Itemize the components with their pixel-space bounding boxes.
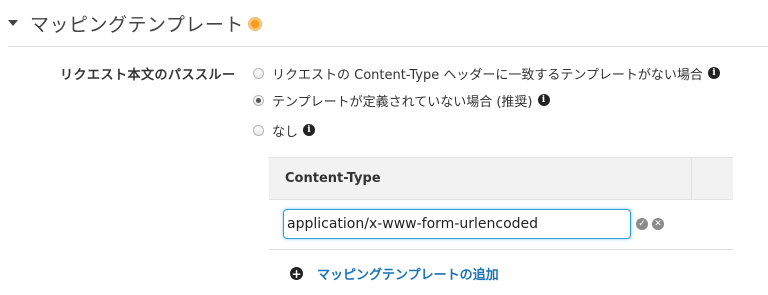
info-icon[interactable]: i [303, 124, 316, 136]
plus-circle-icon[interactable]: + [290, 267, 303, 280]
status-dot-icon [247, 17, 262, 31]
content-type-column-header: Content-Type [285, 171, 381, 186]
section-title: マッピングテンプレート [30, 13, 244, 36]
radio-option-label: なし [272, 124, 299, 140]
content-type-table-header: Content-Type [269, 157, 733, 200]
add-mapping-template-link[interactable]: + マッピングテンプレートの追加 [290, 264, 499, 283]
add-mapping-template-label[interactable]: マッピングテンプレートの追加 [317, 264, 499, 283]
section-divider [8, 46, 768, 47]
info-icon[interactable]: i [707, 67, 720, 79]
column-separator [691, 158, 692, 199]
confirm-check-icon[interactable]: ✓ [636, 218, 648, 230]
radio-button[interactable] [253, 124, 264, 136]
radio-option-label: テンプレートが定義されていない場合 (推奨) [272, 94, 533, 110]
table-row-divider [269, 249, 733, 250]
passthrough-label: リクエスト本文のパススルー [60, 68, 236, 83]
radio-option-none[interactable]: なし i [253, 120, 316, 140]
cancel-x-icon[interactable]: ✕ [652, 218, 664, 230]
section-header-toggle[interactable]: マッピングテンプレート [8, 9, 262, 37]
mapping-template-panel: マッピングテンプレート リクエスト本文のパススルー リクエストの Content… [0, 0, 768, 295]
caret-down-icon[interactable] [8, 20, 18, 26]
radio-option-no-match[interactable]: リクエストの Content-Type ヘッダーに一致するテンプレートがない場合… [253, 63, 720, 83]
content-type-input[interactable] [283, 209, 631, 239]
radio-button[interactable] [253, 67, 264, 79]
radio-option-label: リクエストの Content-Type ヘッダーに一致するテンプレートがない場合 [272, 67, 703, 83]
radio-button-checked[interactable] [253, 94, 264, 106]
info-icon[interactable]: i [537, 94, 550, 106]
radio-option-no-template[interactable]: テンプレートが定義されていない場合 (推奨) i [253, 90, 550, 110]
